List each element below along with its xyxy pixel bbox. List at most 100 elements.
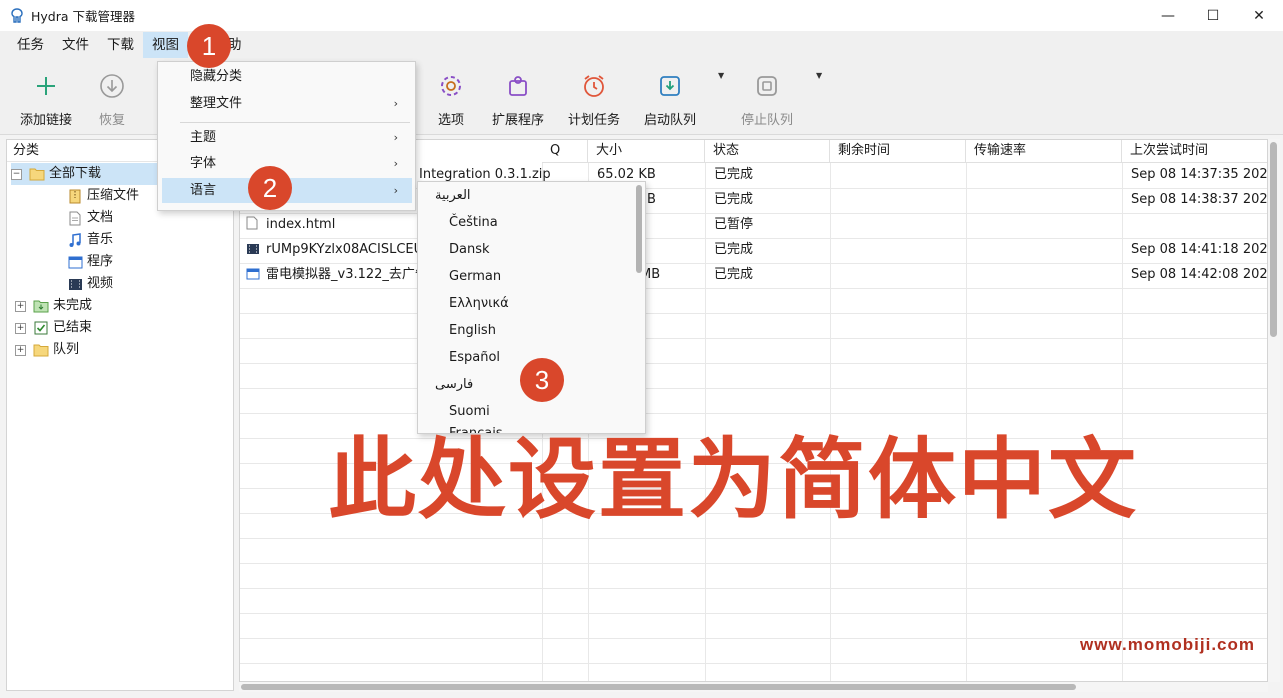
incomplete-folder-icon — [33, 298, 49, 314]
column-header-queue[interactable]: Q — [542, 140, 588, 163]
tree-label: 音乐 — [87, 232, 114, 247]
menu-item-theme[interactable]: 主题 › — [162, 125, 412, 150]
zip-icon — [67, 188, 83, 204]
tree-label: 全部下载 — [49, 166, 102, 181]
column-header-last-try[interactable]: 上次尝试时间 — [1122, 140, 1267, 163]
table-row[interactable]: index.html — [246, 212, 335, 237]
menu-separator — [180, 122, 410, 123]
row-status: 已完成 — [714, 267, 754, 282]
tree-label: 程序 — [87, 254, 114, 269]
row-name: index.html — [266, 217, 336, 232]
language-option-english[interactable]: English — [449, 317, 496, 344]
document-icon — [246, 214, 260, 230]
menu-task[interactable]: 任务 — [8, 32, 53, 58]
menu-item-hide-categories[interactable]: 隐藏分类 — [162, 64, 412, 89]
menu-item-font[interactable]: 字体 › — [162, 151, 412, 176]
menu-item-label: 主题 — [190, 130, 217, 145]
alarm-clock-icon — [566, 71, 622, 101]
expand-icon[interactable]: + — [15, 344, 26, 356]
row-name: 雷电模拟器_v3.122_去广告 — [266, 267, 421, 282]
column-header-remaining[interactable]: 剩余时间 — [830, 140, 966, 163]
menu-item-label: 隐藏分类 — [190, 69, 243, 84]
column-divider — [705, 140, 706, 681]
language-option-persian[interactable]: فارسی — [435, 371, 473, 398]
language-option-czech[interactable]: Čeština — [449, 209, 498, 236]
language-option-finnish[interactable]: Suomi — [449, 398, 490, 425]
tree-all-downloads[interactable]: − 全部下载 — [11, 163, 161, 185]
table-horizontal-scrollbar[interactable] — [239, 682, 1268, 692]
column-header-speed[interactable]: 传输速率 — [966, 140, 1122, 163]
table-vertical-scrollbar[interactable] — [1268, 139, 1280, 682]
extensions-label: 扩展程序 — [491, 113, 544, 128]
minimize-button[interactable]: — — [1145, 0, 1191, 31]
download-table: Q 大小 状态 剩余时间 传输速率 上次尝试时间 Integration 0.3… — [239, 139, 1268, 682]
tree-group-incomplete[interactable]: + 未完成 — [15, 295, 92, 317]
expand-icon[interactable]: + — [15, 300, 26, 312]
step-badge-3: 3 — [520, 358, 564, 402]
video-icon — [67, 276, 83, 292]
table-row[interactable]: rUMp9KYzlx08ACISLCEU0 — [246, 237, 421, 262]
row-last-try: Sep 08 14:41:18 2026 — [1131, 242, 1268, 257]
tree-label: 未完成 — [53, 298, 93, 313]
language-option-greek[interactable]: Ελληνικά — [449, 290, 509, 317]
tree-item-videos[interactable]: 视频 — [67, 273, 113, 295]
scroll-thumb[interactable] — [241, 684, 1076, 690]
tree-item-music[interactable]: 音乐 — [67, 229, 113, 251]
menu-view[interactable]: 视图 — [143, 32, 188, 58]
language-option-arabic[interactable]: العربية — [435, 182, 471, 209]
tree-label: 已结束 — [53, 320, 93, 335]
row-status: 已完成 — [714, 242, 754, 257]
tree-group-finished[interactable]: + 已结束 — [15, 317, 92, 339]
add-link-button[interactable]: 添加链接 — [18, 71, 74, 128]
title-bar: Hydra 下载管理器 — ☐ ✕ — [0, 0, 1283, 31]
extensions-button[interactable]: 扩展程序 — [490, 71, 546, 128]
chevron-down-icon: ▼ — [718, 71, 725, 80]
scheduler-label: 计划任务 — [567, 113, 620, 128]
instruction-caption: 此处设置为简体中文 — [328, 428, 1139, 531]
table-row[interactable]: 雷电模拟器_v3.122_去广告 — [246, 262, 421, 287]
stop-queue-button[interactable]: 停止队列 — [739, 71, 795, 128]
resume-button[interactable]: 恢复 — [90, 71, 134, 128]
row-status: 已完成 — [714, 192, 754, 207]
folder-icon — [33, 342, 49, 358]
row-last-try: Sep 08 14:37:35 2026 — [1131, 167, 1268, 182]
tree-label: 队列 — [53, 342, 80, 357]
submenu-scroll-thumb[interactable] — [636, 185, 642, 273]
window-title: Hydra 下载管理器 — [31, 9, 136, 24]
expand-icon[interactable]: + — [15, 322, 26, 334]
start-queue-button[interactable]: 启动队列 — [642, 71, 698, 128]
row-last-try: Sep 08 14:42:08 2026 — [1131, 267, 1268, 282]
row-size: B — [647, 192, 656, 207]
column-header-status[interactable]: 状态 — [705, 140, 830, 163]
website-watermark: www.momobiji.com — [1080, 635, 1255, 654]
download-circle-icon — [90, 71, 134, 101]
menu-item-organize-files[interactable]: 整理文件 › — [162, 91, 412, 116]
language-option-german[interactable]: German — [449, 263, 501, 290]
language-option-spanish[interactable]: Español — [449, 344, 500, 371]
tree-group-queues[interactable]: + 队列 — [15, 339, 79, 361]
menu-download[interactable]: 下载 — [98, 32, 143, 58]
column-header-size[interactable]: 大小 — [588, 140, 705, 163]
tree-item-documents[interactable]: 文档 — [67, 207, 113, 229]
program-icon — [246, 264, 260, 280]
collapse-icon[interactable]: − — [11, 168, 22, 180]
options-label: 选项 — [437, 113, 464, 128]
tree-item-compressed[interactable]: 压缩文件 — [67, 185, 139, 207]
options-button[interactable]: 选项 — [431, 71, 471, 128]
row-status: 已暂停 — [714, 217, 754, 232]
column-divider — [1122, 140, 1123, 681]
scheduler-button[interactable]: 计划任务 — [566, 71, 622, 128]
category-sidebar: 分类 − 全部下载 压缩文件 文档 音乐 程序 视频 + 未完成 + 已结束 +… — [6, 139, 234, 691]
menu-item-label: 语言 — [190, 183, 217, 198]
checkbox-icon — [33, 320, 49, 336]
maximize-button[interactable]: ☐ — [1190, 0, 1236, 31]
scroll-thumb[interactable] — [1270, 142, 1277, 337]
menu-file[interactable]: 文件 — [53, 32, 98, 58]
close-button[interactable]: ✕ — [1236, 0, 1282, 31]
language-option-danish[interactable]: Dansk — [449, 236, 490, 263]
add-link-label: 添加链接 — [19, 113, 72, 128]
submenu-arrow-icon: › — [393, 157, 398, 170]
resume-label: 恢复 — [98, 113, 125, 128]
tree-item-programs[interactable]: 程序 — [67, 251, 113, 273]
hydra-app-icon — [9, 7, 25, 24]
